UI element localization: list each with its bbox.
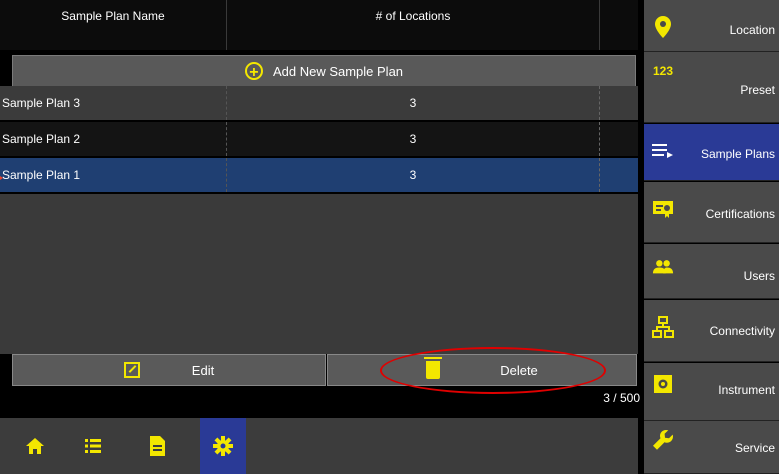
sidebar-item-label: Users — [743, 269, 775, 283]
document-icon — [150, 436, 165, 456]
edit-button[interactable]: Edit — [12, 354, 326, 386]
users-icon — [652, 256, 674, 278]
add-new-sample-plan-button[interactable]: + Add New Sample Plan — [12, 55, 636, 87]
sidebar-item-location[interactable]: Location — [644, 0, 779, 52]
row-name: Sample Plan 1 — [2, 168, 81, 182]
gear-icon — [213, 436, 233, 456]
sidebar-item-instrument[interactable]: Instrument — [644, 363, 779, 421]
row-locations: 3 — [226, 122, 600, 156]
add-circle-icon: + — [244, 62, 263, 81]
wrench-icon — [652, 429, 674, 451]
sidebar-item-sample-plans[interactable]: Sample Plans — [644, 124, 779, 181]
sidebar-item-label: Connectivity — [709, 324, 775, 338]
list-icon — [652, 140, 674, 162]
row-name: Sample Plan 2 — [2, 132, 81, 146]
row-locations: 3 — [226, 86, 600, 120]
network-icon — [652, 316, 674, 338]
sidebar-item-service[interactable]: Service — [644, 421, 779, 474]
bottom-nav-list[interactable] — [70, 418, 116, 474]
header-sample-plan-name: Sample Plan Name — [0, 0, 226, 50]
sidebar-item-label: Certifications — [705, 207, 775, 221]
sidebar-item-certifications[interactable]: Certifications — [644, 182, 779, 243]
table-row[interactable]: Sample Plan 3 3 — [0, 86, 638, 120]
sidebar-item-label: Location — [729, 23, 775, 37]
row-name: Sample Plan 3 — [2, 96, 81, 110]
certificate-icon — [652, 198, 674, 220]
sidebar-item-preset[interactable]: 123 Preset — [644, 52, 779, 123]
selection-arrow-marker — [0, 174, 3, 182]
bottom-nav-settings[interactable] — [200, 418, 246, 474]
list-icon — [85, 439, 101, 453]
table-row[interactable]: Sample Plan 2 3 — [0, 122, 638, 156]
edit-label: Edit — [191, 362, 215, 378]
sidebar-item-label: Preset — [740, 83, 775, 97]
sidebar-item-label: Service — [734, 441, 775, 455]
edit-icon — [123, 362, 140, 378]
sidebar-item-label: Instrument — [718, 383, 775, 397]
header-locations: # of Locations — [226, 0, 599, 50]
sidebar-item-users[interactable]: Users — [644, 244, 779, 299]
row-locations: 3 — [226, 158, 600, 192]
sidebar-item-label: Sample Plans — [700, 147, 775, 161]
table-row-selected[interactable]: Sample Plan 1 3 — [0, 158, 638, 192]
sidebar-item-connectivity[interactable]: Connectivity — [644, 300, 779, 362]
123-icon: 123 — [652, 64, 674, 78]
location-pin-icon — [652, 16, 674, 38]
empty-list-area — [0, 194, 638, 354]
annotation-oval — [380, 347, 606, 394]
instrument-icon — [652, 373, 674, 395]
bottom-nav-document[interactable] — [134, 418, 180, 474]
bottom-nav-home[interactable] — [12, 418, 58, 474]
header-spacer — [599, 0, 638, 50]
plan-count: 3 / 500 — [603, 391, 640, 405]
add-new-sample-plan-label: Add New Sample Plan — [272, 63, 404, 79]
home-icon — [26, 438, 44, 454]
